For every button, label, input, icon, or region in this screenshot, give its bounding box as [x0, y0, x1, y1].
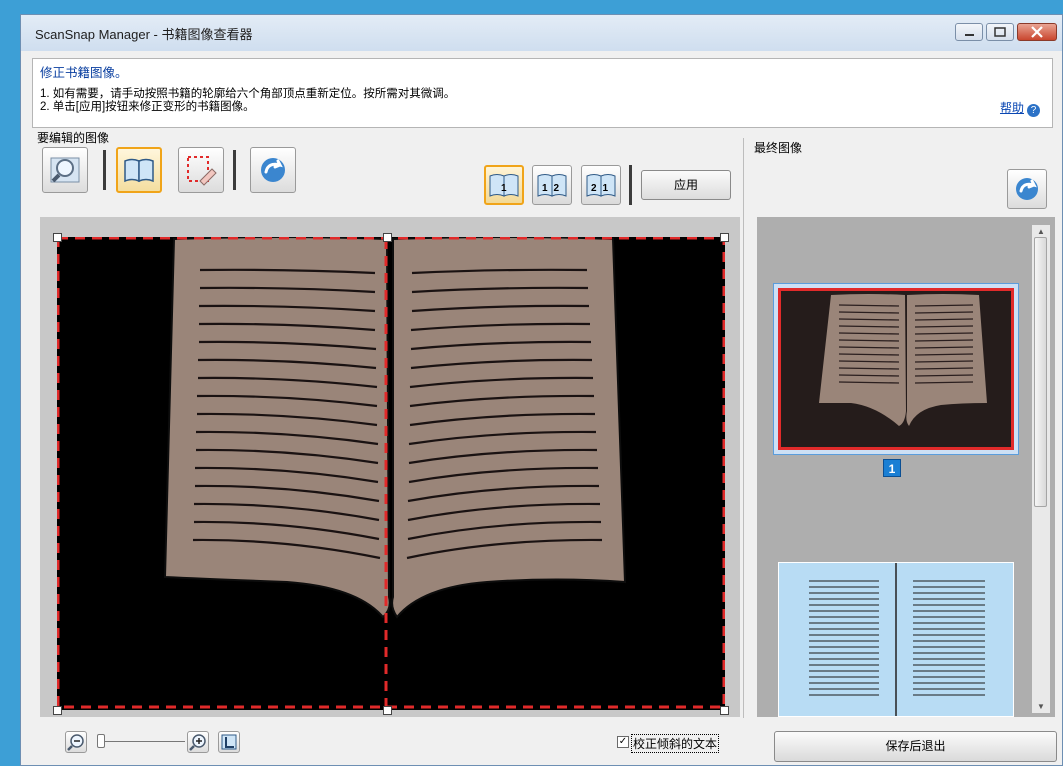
help-icon: ? [1027, 104, 1040, 117]
scroll-down-icon[interactable]: ▼ [1037, 702, 1045, 711]
book-scan-image [56, 236, 726, 709]
corner-handle-top-left[interactable] [53, 233, 62, 242]
view-right-left-button[interactable]: 21 [581, 165, 621, 205]
scroll-up-icon[interactable]: ▲ [1037, 227, 1045, 236]
final-page-thumbnail-next[interactable] [778, 562, 1014, 717]
minimize-button[interactable] [955, 23, 983, 41]
vertical-scrollbar[interactable]: ▲ ▼ [1032, 225, 1050, 713]
book-single-icon: 1 [489, 174, 519, 197]
toolbar-separator [103, 150, 106, 190]
scrollbar-thumb[interactable] [1034, 237, 1047, 507]
book-split-icon: 12 [537, 174, 567, 197]
corner-handle-bottom-right[interactable] [720, 706, 729, 715]
book-split-reverse-icon: 21 [586, 174, 616, 197]
thumbnail-book-image [819, 294, 987, 426]
maximize-icon [994, 27, 1006, 37]
eraser-tool-button[interactable] [178, 147, 224, 193]
view-right-left-label: 21 [591, 183, 614, 194]
corner-handle-top-center[interactable] [383, 233, 392, 242]
open-book-icon [124, 158, 154, 183]
apply-button[interactable]: 应用 [641, 170, 731, 200]
zoom-slider-handle[interactable] [97, 734, 105, 748]
corner-handle-bottom-left[interactable] [53, 706, 62, 715]
fit-to-window-button[interactable] [218, 731, 240, 753]
view-single-button[interactable]: 1 [484, 165, 524, 205]
book-image-viewer-window: ScanSnap Manager - 书籍图像查看器 修正书籍图像。 1. 如有… [20, 14, 1063, 766]
magnifier-icon [50, 157, 80, 183]
instruction-line-2: 2. 单击[应用]按钮来修正变形的书籍图像。 [40, 101, 255, 113]
page-number-badge: 1 [883, 459, 901, 477]
deskew-text-label[interactable]: 校正倾斜的文本 [631, 734, 720, 753]
window-title: ScanSnap Manager - 书籍图像查看器 [35, 27, 253, 42]
corner-handle-top-right[interactable] [720, 233, 729, 242]
view-left-right-button[interactable]: 12 [532, 165, 572, 205]
corner-handle-bottom-center[interactable] [383, 706, 392, 715]
zoom-out-icon [67, 734, 84, 751]
close-icon [1031, 26, 1043, 38]
thumbnail-book-preview [809, 563, 985, 716]
zoom-out-button[interactable] [65, 731, 87, 753]
view-single-label: 1 [501, 183, 507, 194]
book-edit-tool-button[interactable] [116, 147, 162, 193]
deskew-text-checkbox[interactable]: ✓ [617, 736, 629, 748]
book-image-canvas[interactable] [56, 236, 726, 710]
thumbnail-frame [778, 288, 1014, 450]
help-link[interactable]: 帮助? [1000, 99, 1040, 117]
fit-window-icon [221, 734, 237, 750]
maximize-button[interactable] [986, 23, 1014, 41]
undo-left-button[interactable] [250, 147, 296, 193]
eraser-icon [187, 156, 217, 186]
checkmark-icon: ✓ [618, 736, 628, 747]
edit-image-area [40, 217, 740, 717]
view-left-right-label: 12 [542, 183, 565, 194]
undo-icon [1016, 178, 1038, 200]
panel-divider [743, 138, 744, 718]
undo-right-button[interactable] [1007, 169, 1047, 209]
toolbar-separator [233, 150, 236, 190]
instruction-heading: 修正书籍图像。 [40, 66, 128, 80]
crop-outline[interactable] [56, 236, 726, 709]
title-bar[interactable]: ScanSnap Manager - 书籍图像查看器 [21, 15, 1062, 51]
zoom-in-icon [189, 734, 206, 751]
instruction-panel: 修正书籍图像。 1. 如有需要，请手动按照书籍的轮廓给六个角部顶点重新定位。按所… [32, 58, 1053, 128]
help-label: 帮助 [999, 101, 1024, 115]
zoom-tool-button[interactable] [42, 147, 88, 193]
close-button[interactable] [1017, 23, 1057, 41]
minimize-icon [965, 34, 974, 36]
save-and-exit-button[interactable]: 保存后退出 [774, 731, 1057, 762]
zoom-in-button[interactable] [187, 731, 209, 753]
toolbar-separator [629, 165, 632, 205]
edit-image-section-title: 要编辑的图像 [37, 131, 110, 145]
final-image-section-title: 最终图像 [754, 141, 803, 155]
undo-icon [261, 158, 285, 182]
final-page-thumbnail-selected[interactable] [773, 283, 1019, 455]
zoom-slider-track[interactable] [105, 741, 185, 742]
